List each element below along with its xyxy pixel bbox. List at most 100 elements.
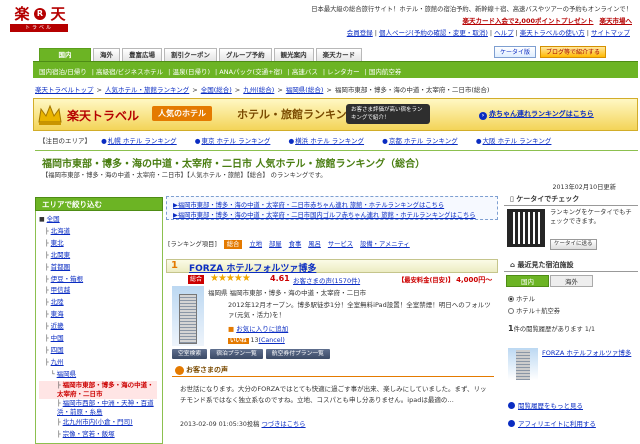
air-plan-button[interactable]: 航空券付プラン一覧	[265, 349, 330, 359]
announce-link-baby[interactable]: ▶福岡市東部・博多・海の中道・太宰府・二日市赤ちゃん連れ 旅館・ホテルランキング…	[173, 200, 444, 209]
hotel-photo[interactable]	[172, 286, 204, 346]
subnav-bus[interactable]: 高速バス	[292, 68, 318, 76]
area-item[interactable]: └ 福岡県	[39, 369, 160, 381]
reviews-link[interactable]: お客さまの声(1570件)	[293, 275, 360, 285]
crumb-fukuoka[interactable]: 福岡県(総合)	[286, 86, 324, 94]
tab-group[interactable]: グループ予約	[219, 48, 272, 61]
area-item[interactable]: ├ 北海道	[39, 226, 160, 238]
page-title: 福岡市東部・博多・海の中道・太宰府・二日市 人気ホテル・旅館ランキング（総合）	[42, 159, 426, 170]
plan-list-button[interactable]: 宿泊プラン一覧	[210, 349, 263, 359]
rating-stars: ★★★★★	[210, 273, 251, 284]
review-heading: お客さまの声	[172, 363, 494, 377]
tab-sightseeing[interactable]: 観光案内	[273, 48, 314, 61]
logo-kanji-ten: 天	[50, 5, 66, 23]
filter-room[interactable]: 部屋	[269, 241, 282, 248]
announce-link-golf[interactable]: ▶福岡市東部・博多・海の中道・太宰府・二日市国内ゴルフ赤ちゃん連れ 旅館・ホテル…	[173, 210, 476, 219]
area-item[interactable]: ├ 東海	[39, 309, 160, 321]
crumb-national[interactable]: 全国(総合)	[201, 86, 232, 94]
favorite-icon: ■	[228, 325, 235, 333]
area-item[interactable]: ├ 四国	[39, 345, 160, 357]
subnav-rentacar[interactable]: レンタカー	[327, 68, 360, 76]
tab-plaza[interactable]: 豊富広場	[122, 48, 162, 61]
subnav-onsen[interactable]: 温泉(日帰り)	[172, 68, 210, 76]
vacancy-search-button[interactable]: 空室検索	[172, 349, 208, 359]
tab-coupon[interactable]: 割引クーポン	[164, 48, 217, 61]
area-item[interactable]: ├ 伊豆・箱根	[39, 274, 160, 286]
featured-tokyo[interactable]: 東京 ホテル ランキング	[201, 137, 270, 145]
area-item[interactable]: ■ 全国	[39, 214, 160, 226]
announcement-box: ▶福岡市東部・博多・海の中道・太宰府・二日市赤ちゃん連れ 旅館・ホテルランキング…	[166, 196, 498, 220]
register-link[interactable]: 会員登録	[347, 29, 373, 37]
review-icon	[175, 366, 184, 375]
baby-ranking-link[interactable]: › 赤ちゃん連れランキングはこちら	[479, 109, 594, 120]
recent-tab-overseas[interactable]: 海外	[550, 275, 593, 287]
area-item[interactable]: ├ 甲信越	[39, 285, 160, 297]
more-history-link[interactable]: 閲覧履歴をもっと見る	[508, 400, 583, 410]
like-widget: いいね 13(Cancel)	[228, 336, 285, 344]
hotel-name-link[interactable]: FORZA ホテルフォルツァ博多	[189, 261, 316, 274]
area-item[interactable]: ├ 九州	[39, 357, 160, 369]
subnav-domestic-stay[interactable]: 国内宿泊/日帰り	[39, 68, 87, 76]
area-item[interactable]: ├ 近畿	[39, 321, 160, 333]
mobile-check-text: ランキングをケータイでもチェックできます。	[550, 209, 632, 225]
rakuten-logo[interactable]: 楽R天 トラベル	[10, 5, 70, 33]
tab-domestic[interactable]: 国内	[39, 48, 91, 61]
featured-yokohama[interactable]: 横浜 ホテル ランキング	[295, 137, 364, 145]
subnav-air[interactable]: 国内航空券	[369, 68, 402, 76]
radio-hotel-air[interactable]: ホテル＋航空券	[508, 306, 560, 318]
area-item[interactable]: ├ 東北	[39, 238, 160, 250]
mobile-version-button[interactable]: ケータイ版	[494, 46, 537, 58]
affiliate-link[interactable]: アフィリエイトに利用する	[508, 418, 596, 428]
sub-navigation: 国内宿泊/日帰り | 高級宿/ビジネスホテル | 温泉(日帰り) | ANAパック(交…	[33, 61, 638, 78]
recent-type-radios: ホテル ホテル＋航空券	[508, 294, 560, 318]
area-item[interactable]: ├ 北九州市内(小倉・門司)	[39, 417, 160, 429]
ichiba-link[interactable]: 楽天市場へ	[600, 17, 633, 25]
area-item[interactable]: ├ 宗像・宮若・飯塚	[39, 429, 160, 441]
filter-overall[interactable]: 総合	[223, 240, 243, 249]
blog-share-button[interactable]: ブログ等で紹介する	[540, 46, 607, 58]
area-item[interactable]: ├ 福岡市西部・中洲・天神・百道浜・前原・糸島	[39, 399, 157, 417]
ranking-banner: 楽天トラベル 人気のホテル ホテル・旅館ランキング お客さま評価が高い宿をランキ…	[33, 98, 638, 131]
area-item-current: ├ 福岡市東部・博多・海の中道・太宰府・二日市	[39, 380, 157, 399]
like-count: 13	[250, 337, 259, 344]
divider	[35, 150, 638, 151]
filter-meal[interactable]: 食事	[289, 241, 302, 248]
filter-service[interactable]: サービス	[328, 241, 353, 248]
area-item[interactable]: ├ 首都圏	[39, 262, 160, 274]
help-link[interactable]: ヘルプ	[494, 29, 514, 37]
tab-card[interactable]: 楽天カード	[315, 48, 363, 61]
like-button[interactable]: いいね	[228, 338, 249, 344]
review-more-link[interactable]: つづきはこちら	[262, 421, 306, 428]
featured-kyoto[interactable]: 京都 ホテル ランキング	[389, 137, 458, 145]
recent-tab-domestic[interactable]: 国内	[506, 275, 549, 287]
hotel-ranking-card: 1 FORZA ホテルフォルツァ博多 総合 ★★★★★ 4.61 お客さまの声(…	[166, 256, 498, 444]
radio-hotel[interactable]: ホテル	[508, 294, 560, 306]
filter-location[interactable]: 立地	[249, 241, 262, 248]
howto-link[interactable]: 楽天トラベルの使い方	[520, 29, 585, 37]
area-item[interactable]: ├ 中国	[39, 333, 160, 345]
featured-sapporo[interactable]: 札幌 ホテル ランキング	[108, 137, 177, 145]
mypage-link[interactable]: 個人ページ(予約の確認・変更・取消)	[379, 29, 488, 37]
crumb-kyushu[interactable]: 九州(総合)	[243, 86, 274, 94]
hotel-icon: ⌂	[510, 261, 516, 269]
card-promo-link[interactable]: 楽天カード入会で2,000ポイントプレゼント	[462, 17, 593, 25]
overall-badge: 総合	[188, 275, 205, 284]
recent-hotel-link[interactable]: FORZA ホテルフォルツァ博多	[542, 349, 637, 358]
subnav-luxury[interactable]: 高級宿/ビジネスホテル	[96, 68, 163, 76]
subnav-ana-pack[interactable]: ANAパック(交通+宿)	[219, 68, 282, 76]
add-favorite[interactable]: ■ お気に入りに追加	[228, 323, 288, 333]
filter-amenity[interactable]: 設備・アメニティ	[360, 241, 410, 248]
sitemap-link[interactable]: サイトマップ	[591, 29, 630, 37]
recent-hotel-photo[interactable]	[508, 348, 538, 380]
crumb-top[interactable]: 楽天トラベルトップ	[35, 86, 94, 94]
featured-osaka[interactable]: 大阪 ホテル ランキング	[483, 137, 552, 145]
header-promo-links: 楽天カード入会で2,000ポイントプレゼント 楽天市場へ	[456, 15, 632, 25]
send-to-mobile-button[interactable]: ケータイに送る	[550, 239, 597, 250]
area-item[interactable]: ├ 北陸	[39, 297, 160, 309]
area-item[interactable]: ├ 北関東	[39, 250, 160, 262]
crumb-ranking[interactable]: 人気ホテル・旅館ランキング	[105, 86, 189, 94]
tab-overseas[interactable]: 海外	[93, 48, 120, 61]
min-price: 【最安料金(目安)】 4,000円〜	[398, 276, 493, 284]
filter-bath[interactable]: 風呂	[308, 241, 321, 248]
like-cancel[interactable]: (Cancel)	[259, 337, 285, 344]
